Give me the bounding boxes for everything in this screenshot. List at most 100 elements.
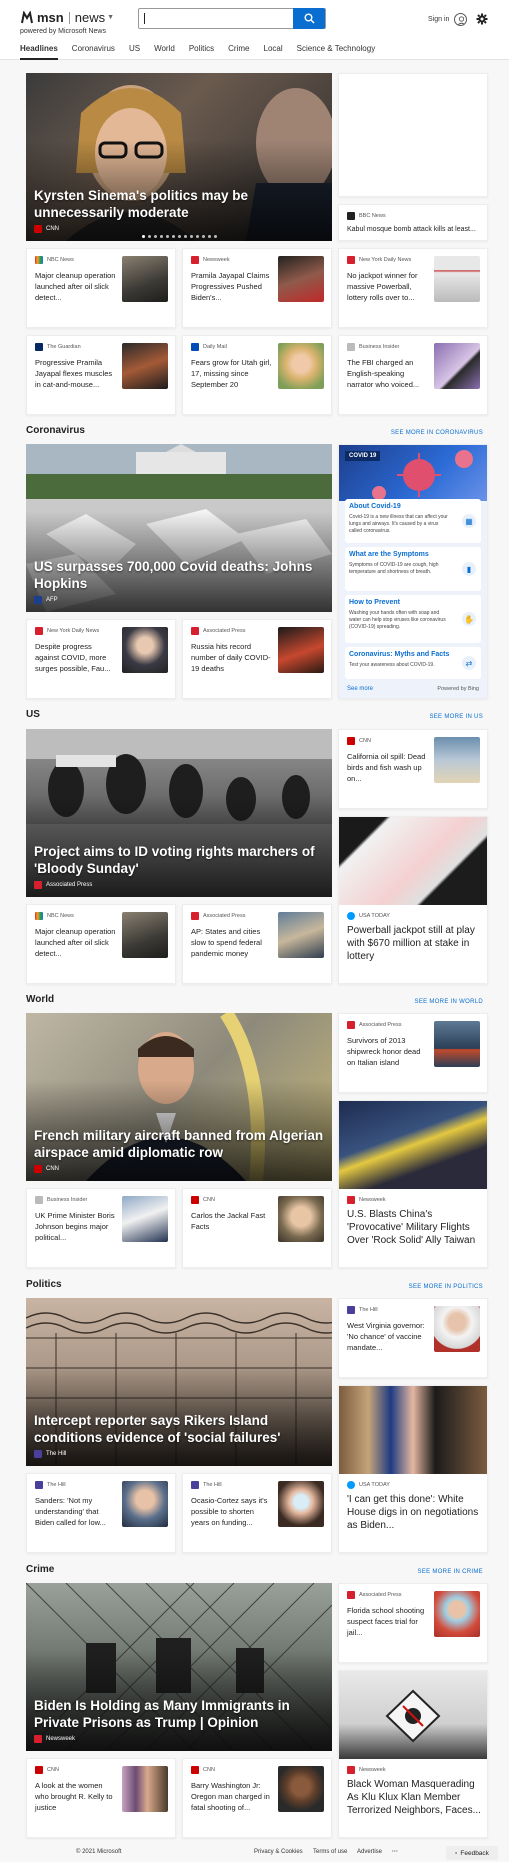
card-title[interactable]: Ocasio-Cortez says it's possible to shor…: [191, 1495, 273, 1528]
crime-side-card[interactable]: Associated Press Florida school shooting…: [338, 1583, 488, 1663]
world-card-1[interactable]: Business Insider UK Prime Minister Boris…: [26, 1188, 176, 1268]
section-title-us[interactable]: US: [26, 709, 40, 720]
covid-item-myths[interactable]: Coronavirus: Myths and Facts Test your a…: [345, 647, 481, 679]
headline-card-2[interactable]: Newsweek Pramila Jayapal Claims Progress…: [182, 248, 332, 328]
card-title[interactable]: Major cleanup operation launched after o…: [35, 270, 117, 303]
us-hero-card[interactable]: Project aims to ID voting rights marcher…: [26, 729, 332, 897]
card-title[interactable]: Powerball jackpot still at play with $67…: [347, 924, 483, 963]
section-title-politics[interactable]: Politics: [26, 1279, 62, 1290]
card-title[interactable]: Florida school shooting suspect faces tr…: [347, 1605, 429, 1638]
us-side-card[interactable]: CNN California oil spill: Dead birds and…: [338, 729, 488, 809]
politics-hero-card[interactable]: Intercept reporter says Rikers Island co…: [26, 1298, 332, 1466]
hero-title[interactable]: Kyrsten Sinema's politics may be unneces…: [34, 187, 324, 221]
feedback-button[interactable]: ▫ Feedback: [446, 1846, 498, 1860]
politics-big-card[interactable]: USA TODAY 'I can get this done': White H…: [338, 1385, 488, 1553]
covid-see-more-link[interactable]: See more: [347, 686, 373, 692]
headline-card-1[interactable]: NBC News Major cleanup operation launche…: [26, 248, 176, 328]
card-title[interactable]: 'I can get this done': White House digs …: [347, 1493, 483, 1532]
headline-side-card-bbc[interactable]: BBC News Kabul mosque bomb attack kills …: [338, 204, 488, 241]
section-title-coronavirus[interactable]: Coronavirus: [26, 425, 85, 436]
world-hero-card[interactable]: French military aircraft banned from Alg…: [26, 1013, 332, 1181]
covid-item-title[interactable]: What are the Symptoms: [349, 551, 429, 558]
section-title-world[interactable]: World: [26, 994, 54, 1005]
card-title[interactable]: Carlos the Jackal Fast Facts: [191, 1210, 273, 1232]
card-title[interactable]: Black Woman Masquerading As Klu Klux Kla…: [347, 1778, 483, 1817]
see-more-crime[interactable]: SEE MORE IN CRIME: [418, 1569, 483, 1575]
nav-crime[interactable]: Crime: [228, 44, 249, 60]
card-title[interactable]: A look at the women who brought R. Kelly…: [35, 1780, 117, 1813]
section-title-crime[interactable]: Crime: [26, 1564, 54, 1575]
card-title[interactable]: U.S. Blasts China's 'Provocative' Milita…: [347, 1208, 483, 1247]
world-card-2[interactable]: CNN Carlos the Jackal Fast Facts: [182, 1188, 332, 1268]
hero-title[interactable]: Project aims to ID voting rights marcher…: [34, 843, 324, 877]
card-title[interactable]: UK Prime Minister Boris Johnson begins m…: [35, 1210, 117, 1243]
politics-card-2[interactable]: The Hill Ocasio-Cortez says it's possibl…: [182, 1473, 332, 1553]
covid-item-prevent[interactable]: How to Prevent Washing your hands often …: [345, 595, 481, 643]
card-title[interactable]: Major cleanup operation launched after o…: [35, 926, 117, 959]
card-title[interactable]: Fears grow for Utah girl, 17, missing si…: [191, 357, 273, 390]
card-title[interactable]: The FBI charged an English-speaking narr…: [347, 357, 429, 390]
card-title[interactable]: Progressive Pramila Jayapal flexes muscl…: [35, 357, 117, 390]
card-title[interactable]: Sanders: 'Not my understanding' that Bid…: [35, 1495, 117, 1528]
hero-title[interactable]: Intercept reporter says Rikers Island co…: [34, 1412, 324, 1446]
avatar-icon[interactable]: [454, 13, 467, 26]
us-card-2[interactable]: Associated Press AP: States and cities s…: [182, 904, 332, 984]
nav-world[interactable]: World: [154, 44, 175, 60]
crime-card-2[interactable]: CNN Barry Washington Jr: Oregon man char…: [182, 1758, 332, 1838]
card-title[interactable]: Kabul mosque bomb attack kills at least.…: [347, 226, 476, 233]
chevron-down-icon[interactable]: ▼: [107, 14, 114, 21]
card-title[interactable]: West Virginia governor: 'No chance' of v…: [347, 1320, 429, 1353]
covid-item-title[interactable]: About Covid-19: [349, 503, 401, 510]
card-title[interactable]: No jackpot winner for massive Powerball,…: [347, 270, 429, 303]
footer-link-advertise[interactable]: Advertise: [357, 1849, 382, 1855]
coronavirus-card-2[interactable]: Associated Press Russia hits record numb…: [182, 619, 332, 699]
headline-hero-card[interactable]: Kyrsten Sinema's politics may be unneces…: [26, 73, 332, 241]
us-big-card[interactable]: USA TODAY Powerball jackpot still at pla…: [338, 816, 488, 984]
section-name[interactable]: news: [75, 10, 105, 25]
nav-politics[interactable]: Politics: [189, 44, 214, 60]
search-button[interactable]: [293, 8, 325, 29]
see-more-world[interactable]: SEE MORE IN WORLD: [415, 999, 483, 1005]
footer-link-terms[interactable]: Terms of use: [313, 1849, 347, 1855]
politics-card-1[interactable]: The Hill Sanders: 'Not my understanding'…: [26, 1473, 176, 1553]
coronavirus-card-1[interactable]: New York Daily News Despite progress aga…: [26, 619, 176, 699]
crime-card-1[interactable]: CNN A look at the women who brought R. K…: [26, 1758, 176, 1838]
crime-hero-card[interactable]: Biden Is Holding as Many Immigrants in P…: [26, 1583, 332, 1751]
msn-logo[interactable]: msn news ▼: [20, 10, 114, 25]
nav-us[interactable]: US: [129, 44, 140, 60]
card-title[interactable]: Barry Washington Jr: Oregon man charged …: [191, 1780, 273, 1813]
headline-card-6[interactable]: Business Insider The FBI charged an Engl…: [338, 335, 488, 415]
headline-card-5[interactable]: Daily Mail Fears grow for Utah girl, 17,…: [182, 335, 332, 415]
politics-side-card[interactable]: The Hill West Virginia governor: 'No cha…: [338, 1298, 488, 1378]
card-title[interactable]: Survivors of 2013 shipwreck honor dead o…: [347, 1035, 429, 1068]
hero-title[interactable]: Biden Is Holding as Many Immigrants in P…: [34, 1697, 324, 1731]
world-big-card[interactable]: Newsweek U.S. Blasts China's 'Provocativ…: [338, 1100, 488, 1268]
crime-big-card[interactable]: Newsweek Black Woman Masquerading As Klu…: [338, 1670, 488, 1838]
footer-link-privacy[interactable]: Privacy & Cookies: [254, 1849, 303, 1855]
nav-science-technology[interactable]: Science & Technology: [297, 44, 376, 60]
hero-title[interactable]: French military aircraft banned from Alg…: [34, 1127, 324, 1161]
see-more-us[interactable]: SEE MORE IN US: [429, 714, 483, 720]
covid-item-symptoms[interactable]: What are the Symptoms Symptoms of COVID-…: [345, 547, 481, 591]
headline-card-3[interactable]: New York Daily News No jackpot winner fo…: [338, 248, 488, 328]
card-title[interactable]: Despite progress against COVID, more sur…: [35, 641, 117, 674]
headline-card-4[interactable]: The Guardian Progressive Pramila Jayapal…: [26, 335, 176, 415]
card-title[interactable]: Pramila Jayapal Claims Progressives Push…: [191, 270, 273, 303]
carousel-dots[interactable]: [26, 235, 332, 238]
world-side-card[interactable]: Associated Press Survivors of 2013 shipw…: [338, 1013, 488, 1093]
us-card-1[interactable]: NBC News Major cleanup operation launche…: [26, 904, 176, 984]
covid-item-about[interactable]: About Covid-19 Covid-19 is a new illness…: [345, 499, 481, 543]
gear-icon[interactable]: [476, 13, 488, 25]
sign-in-link[interactable]: Sign in: [428, 16, 449, 23]
covid-item-title[interactable]: How to Prevent: [349, 599, 400, 606]
card-title[interactable]: California oil spill: Dead birds and fis…: [347, 751, 429, 784]
more-options-icon[interactable]: ···: [392, 1849, 398, 1855]
see-more-politics[interactable]: SEE MORE IN POLITICS: [409, 1284, 483, 1290]
hero-title[interactable]: US surpasses 700,000 Covid deaths: Johns…: [34, 558, 324, 592]
nav-coronavirus[interactable]: Coronavirus: [72, 44, 115, 60]
covid-item-title[interactable]: Coronavirus: Myths and Facts: [349, 651, 449, 658]
card-title[interactable]: AP: States and cities slow to spend fede…: [191, 926, 273, 959]
nav-local[interactable]: Local: [264, 44, 283, 60]
nav-headlines[interactable]: Headlines: [20, 44, 58, 60]
headline-side-card[interactable]: [338, 73, 488, 197]
